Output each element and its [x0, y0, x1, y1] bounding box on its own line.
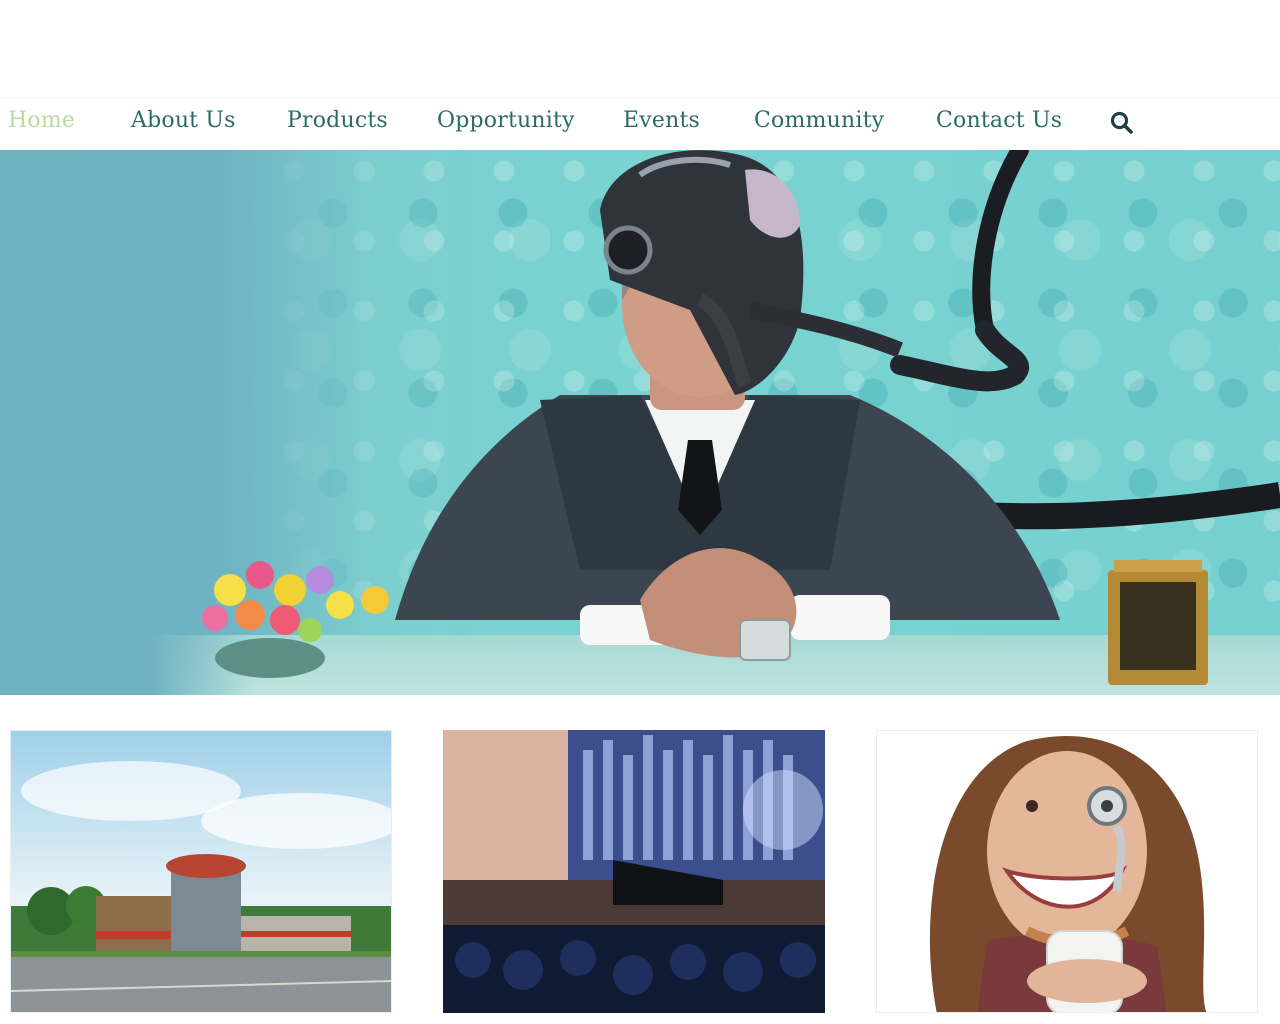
- nav-home[interactable]: Home: [8, 108, 75, 133]
- thumbnail-woman-mug[interactable]: [876, 730, 1258, 1013]
- hero-banner: [0, 150, 1280, 695]
- search-icon[interactable]: [1109, 110, 1135, 136]
- header-spacer: [0, 0, 1280, 98]
- page: Home About Us Products Opportunity Event…: [0, 0, 1280, 1024]
- main-nav: Home About Us Products Opportunity Event…: [0, 98, 1280, 150]
- hero-illustration: [202, 150, 1280, 685]
- thumbnail-concert-hall[interactable]: [443, 730, 825, 1013]
- smiling-woman-with-mug-image: [877, 731, 1257, 1012]
- nav-opportunity[interactable]: Opportunity: [437, 108, 575, 133]
- nav-community[interactable]: Community: [754, 108, 884, 133]
- concert-hall-orchestra-image: [443, 730, 825, 1013]
- nav-contact-us[interactable]: Contact Us: [936, 108, 1062, 133]
- nav-products[interactable]: Products: [287, 108, 388, 133]
- headquarters-building-image: [11, 731, 391, 1012]
- nav-events[interactable]: Events: [623, 108, 700, 133]
- thumbnail-headquarters[interactable]: [10, 730, 392, 1013]
- nav-about-us[interactable]: About Us: [131, 108, 236, 133]
